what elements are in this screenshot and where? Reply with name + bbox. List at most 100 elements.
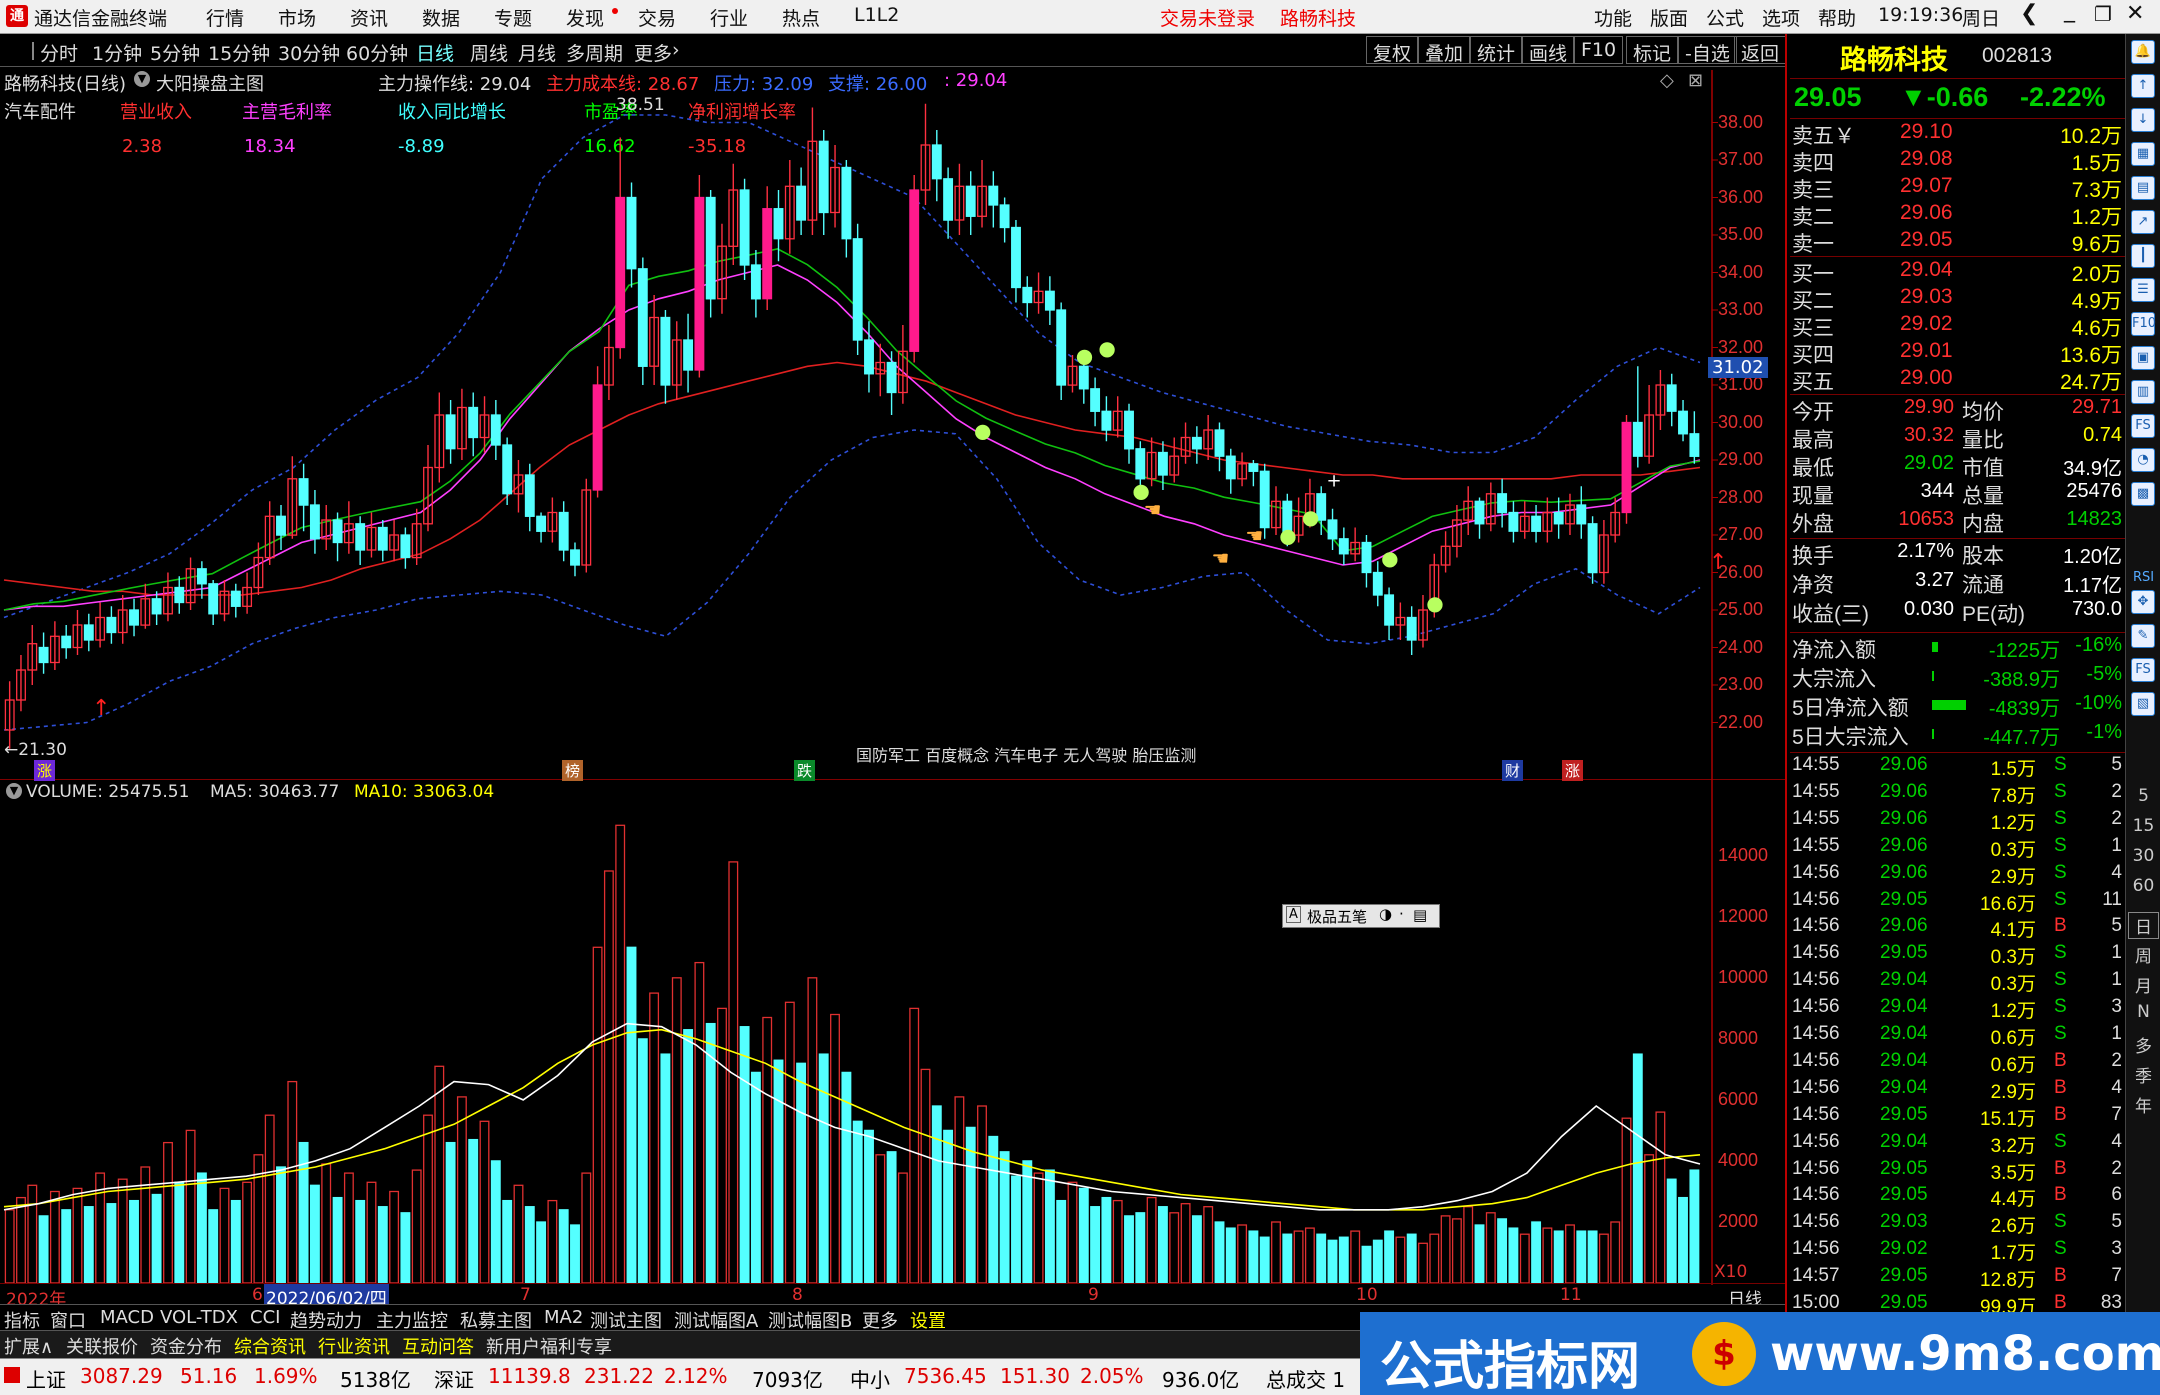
status-sh-name[interactable]: 上证 (26, 1364, 66, 1393)
menu-redian[interactable]: 热点 (782, 4, 820, 31)
table-icon[interactable]: ▤ (2131, 176, 2155, 200)
restore-icon[interactable]: ❐ (2094, 2, 2112, 26)
menu-faxian[interactable]: 发现 (566, 4, 604, 31)
tab-guanlian[interactable]: 关联报价 (66, 1333, 138, 1359)
trade-status[interactable]: 交易未登录 (1160, 4, 1255, 31)
ime-a-icon[interactable]: A (1286, 906, 1301, 923)
clock-icon[interactable]: ◔ (2131, 448, 2155, 472)
side-15[interactable]: 15 (2128, 816, 2159, 836)
tab-hudong[interactable]: 互动问答 (402, 1333, 474, 1359)
menu-hangqing[interactable]: 行情 (206, 4, 244, 31)
arrow-left-icon[interactable]: ❮ (2020, 1, 2038, 26)
line-chart-icon[interactable]: ↗ (2131, 210, 2155, 234)
side-zhou[interactable]: 周 (2128, 942, 2159, 967)
menu-hangye[interactable]: 行业 (710, 4, 748, 31)
minimize-icon[interactable]: _ (2064, 0, 2075, 23)
btn-zixuan[interactable]: -自选 (1678, 36, 1737, 65)
menu-gongshi[interactable]: 公式 (1706, 4, 1744, 31)
candle-icon[interactable]: ┃ (2131, 244, 2155, 268)
ime-dot-icon[interactable]: · (1399, 905, 1404, 923)
side-5[interactable]: 5 (2128, 786, 2159, 806)
fs-icon[interactable]: FS (2131, 414, 2155, 438)
period-weekly[interactable]: 周线 (470, 39, 508, 66)
side-rsi[interactable]: RSI (2128, 570, 2159, 585)
period-15min[interactable]: 15分钟 (208, 39, 270, 66)
menu-xuanxiang[interactable]: 选项 (1762, 4, 1800, 31)
tab-macd[interactable]: MACD (100, 1307, 154, 1328)
chevron-right-icon[interactable]: › (672, 39, 680, 61)
tab-hangye[interactable]: 行业资讯 (318, 1333, 390, 1359)
tab-xinyonghu[interactable]: 新用户福利专享 (486, 1333, 612, 1359)
menu-bangzhu[interactable]: 帮助 (1818, 4, 1856, 31)
pen-icon[interactable]: ✎ (2131, 624, 2155, 648)
side-n[interactable]: N (2128, 1002, 2159, 1022)
grid-icon[interactable]: ▦ (2131, 142, 2155, 166)
period-daily[interactable]: 日线 (416, 39, 454, 66)
period-30min[interactable]: 30分钟 (278, 39, 340, 66)
event-tag-zhang-2[interactable]: 涨 (1562, 760, 1584, 781)
f10-icon[interactable]: F10 (2131, 312, 2156, 336)
menu-l1l2[interactable]: L1L2 (854, 4, 899, 26)
window-icon[interactable]: ▣ (2131, 346, 2155, 370)
period-fenshi[interactable]: 分时 (40, 39, 78, 66)
side-yue[interactable]: 月 (2128, 972, 2159, 997)
close-icon[interactable]: ✕ (2126, 1, 2144, 26)
status-zx-name[interactable]: 中小 (850, 1364, 890, 1393)
side-ri[interactable]: 日 (2128, 912, 2159, 939)
tab-zonghe[interactable]: 综合资讯 (234, 1333, 306, 1359)
period-5min[interactable]: 5分钟 (150, 39, 200, 66)
ime-keyboard-icon[interactable]: ▤ (1413, 906, 1427, 924)
tab-ma2[interactable]: MA2 (544, 1307, 583, 1328)
ime-moon-icon[interactable]: ◑ (1379, 905, 1392, 923)
period-1min[interactable]: 1分钟 (92, 39, 142, 66)
panel-icon[interactable]: ▥ (2131, 380, 2155, 404)
menu-zixun[interactable]: 资讯 (350, 4, 388, 31)
ime-name[interactable]: 极品五笔 (1307, 906, 1367, 927)
period-more[interactable]: 更多 (634, 39, 672, 66)
arrow-up-icon[interactable]: ↑ (2131, 74, 2155, 98)
btn-huaxian[interactable]: 画线 (1522, 36, 1575, 65)
btn-fanhui[interactable]: 返回 (1734, 36, 1787, 65)
btn-diejia[interactable]: 叠加 (1418, 36, 1471, 65)
fs2-icon[interactable]: FS (2131, 658, 2155, 682)
btn-fuquan[interactable]: 复权 (1366, 36, 1419, 65)
arrow-down-icon[interactable]: ↓ (2131, 108, 2155, 132)
menu-banmian[interactable]: 版面 (1650, 4, 1688, 31)
period-60min[interactable]: 60分钟 (346, 39, 408, 66)
menu-shuju[interactable]: 数据 (422, 4, 460, 31)
period-multi[interactable]: 多周期 (566, 39, 623, 66)
menu-jiaoyi[interactable]: 交易 (638, 4, 676, 31)
ime-toolbar[interactable]: A 极品五笔 ◑ · ▤ (1282, 904, 1440, 928)
candlestick-chart[interactable]: ●●☚☚☚ ●●●●●●↑↑+ (0, 70, 1785, 780)
btn-f10[interactable]: F10 (1574, 36, 1624, 64)
bell-icon[interactable]: 🔔 (2131, 40, 2155, 64)
menu-gongneng[interactable]: 功能 (1594, 4, 1632, 31)
tab-cci[interactable]: CCI (250, 1307, 280, 1328)
volume-chart[interactable] (0, 780, 1785, 1285)
volume-bar (943, 1129, 954, 1284)
event-tag-cai[interactable]: 财 (1502, 760, 1524, 781)
period-monthly[interactable]: 月线 (518, 39, 556, 66)
event-tag-die[interactable]: 跌 (794, 760, 816, 781)
move-icon[interactable]: ✥ (2131, 590, 2155, 614)
tab-vol-tdx[interactable]: VOL-TDX (160, 1307, 238, 1328)
btn-tongji[interactable]: 统计 (1470, 36, 1523, 65)
menu-shichang[interactable]: 市场 (278, 4, 316, 31)
side-60[interactable]: 60 (2128, 876, 2159, 896)
tab-zijin[interactable]: 资金分布 (150, 1333, 222, 1359)
event-tag-bang[interactable]: 榜 (562, 760, 584, 781)
menu-zhuanti[interactable]: 专题 (494, 4, 532, 31)
btn-biaoji[interactable]: 标记 (1626, 36, 1679, 65)
side-30[interactable]: 30 (2128, 846, 2159, 866)
layout-icon[interactable]: ▧ (2131, 692, 2155, 716)
tab-kuozhan[interactable]: 扩展∧ (4, 1333, 53, 1359)
side-duo[interactable]: 多 (2128, 1032, 2159, 1057)
status-sz-name[interactable]: 深证 (434, 1364, 474, 1393)
side-ji[interactable]: 季 (2128, 1062, 2159, 1087)
event-tag-zhang-1[interactable]: 涨 (34, 760, 56, 781)
volume-bar (807, 977, 818, 1284)
volume-bar (1157, 1206, 1168, 1284)
book-icon[interactable]: ▩ (2131, 482, 2155, 506)
side-nian[interactable]: 年 (2128, 1092, 2159, 1117)
list-icon[interactable]: ☰ (2131, 278, 2155, 302)
